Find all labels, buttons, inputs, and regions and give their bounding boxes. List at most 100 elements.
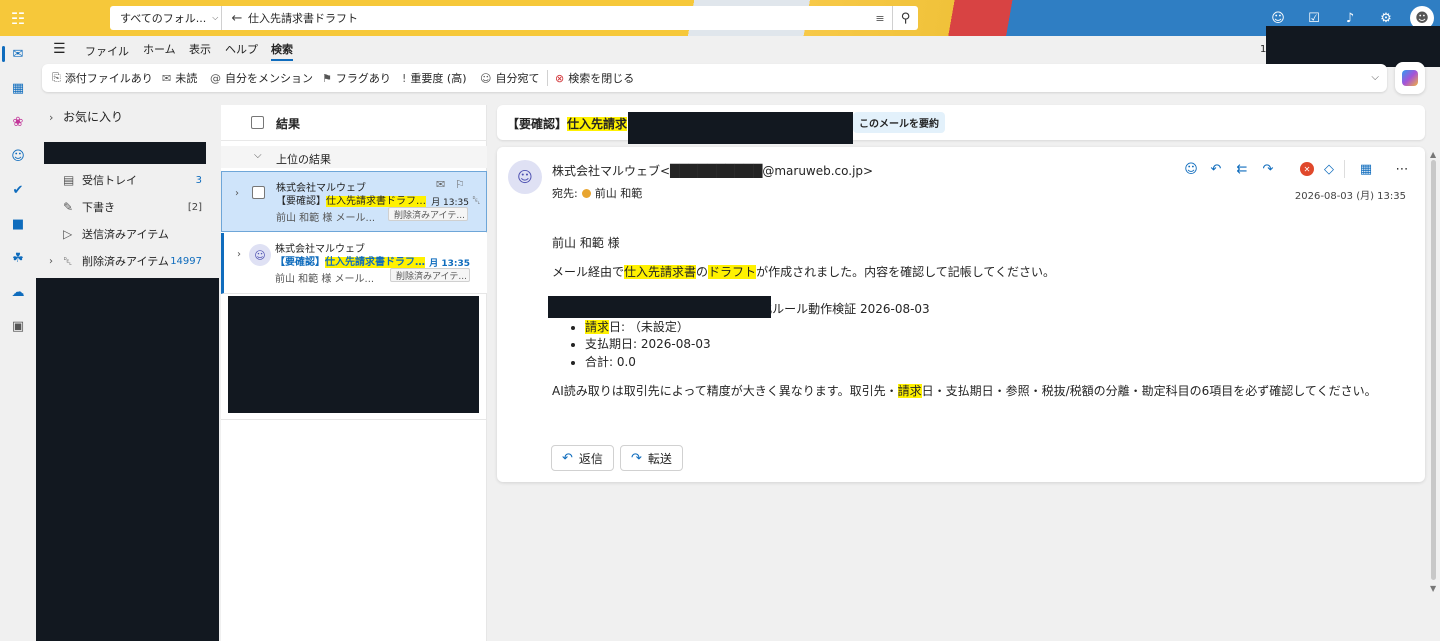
delete-icon[interactable]: ␡ <box>472 194 481 208</box>
chevron-right-icon[interactable]: › <box>237 249 241 260</box>
gear-icon[interactable]: ⚙ <box>1376 8 1396 28</box>
tab-search[interactable]: 検索 <box>271 41 293 61</box>
emoji-icon[interactable]: ☺ <box>1181 159 1201 179</box>
apps-icon[interactable]: ▦ <box>1356 159 1376 179</box>
action-divider <box>1344 160 1345 178</box>
menu-icon[interactable]: ☰ <box>53 41 66 57</box>
reply-button[interactable]: ↶ 返信 <box>551 445 614 471</box>
message-item[interactable]: › ☺ 株式会社マルウェブ 【要確認】仕入先請求書ドラフト... 月 13:35… <box>221 233 487 294</box>
sender-avatar[interactable]: ☺ <box>508 160 542 194</box>
message-subject: 【要確認】仕入先請求書ドラフト... <box>275 253 425 268</box>
close-search-button[interactable]: ⊗ 検索を閉じる <box>555 70 634 86</box>
list-header: 結果 <box>221 105 487 141</box>
flag-icon[interactable]: ⚐ <box>455 178 465 191</box>
filter-unread[interactable]: ✉ 未読 <box>162 70 197 86</box>
scroll-down-icon[interactable]: ▼ <box>1430 584 1436 593</box>
text-span: が作成されました。内容を確認して記帳してください。 <box>756 265 1055 279</box>
reply-all-icon[interactable]: ⇇ <box>1232 159 1252 179</box>
filter-unread-label: 未読 <box>175 72 198 85</box>
teams-icon[interactable]: ☺ <box>1268 8 1288 28</box>
people-icon[interactable]: ☺ <box>8 146 28 166</box>
subject-prefix: 【要確認】 <box>276 196 326 207</box>
search-scope-dropdown[interactable]: すべてのフォル... ⌵ <box>110 6 222 30</box>
folder-drafts[interactable]: ✎ 下書き [2] <box>36 196 219 218</box>
notebook-icon[interactable]: ■ <box>8 214 28 234</box>
chevron-right-icon[interactable]: › <box>235 188 239 199</box>
forward-button[interactable]: ↷ 転送 <box>620 445 683 471</box>
todo-check-icon[interactable]: ✔ <box>8 180 28 200</box>
chevron-down-icon[interactable]: ⌵ <box>1371 72 1379 83</box>
exclamation-icon: ! <box>402 71 407 85</box>
search-box[interactable]: すべてのフォル... ⌵ ← 仕入先請求書ドラフト ≡ ⚲ <box>110 6 918 30</box>
filter-icon[interactable]: ≡ <box>868 12 892 25</box>
close-icon: ⊗ <box>555 71 565 85</box>
scroll-up-icon[interactable]: ▲ <box>1430 150 1436 159</box>
email-card: ☺ 株式会社マルウェブ<██████████@maruweb.co.jp> 宛先… <box>497 147 1425 482</box>
search-input[interactable]: 仕入先請求書ドラフト <box>248 10 868 26</box>
filter-mentions[interactable]: @ 自分をメンション <box>210 70 313 86</box>
tag-icon[interactable]: ◇ <box>1319 159 1339 179</box>
onedrive-icon[interactable]: ☁ <box>8 282 28 302</box>
folder-label: 受信トレイ <box>82 174 137 187</box>
favorites-header[interactable]: お気に入り <box>63 108 123 125</box>
more-apps-icon[interactable]: ▣ <box>8 316 28 336</box>
folder-sent[interactable]: ▷ 送信済みアイテム <box>36 223 219 245</box>
bell-icon[interactable]: ♪ <box>1340 8 1360 28</box>
copilot-icon <box>1402 70 1418 86</box>
chevron-right-icon[interactable]: › <box>49 256 53 267</box>
envelope-icon: ✉ <box>162 71 172 85</box>
inbox-icon: ▤ <box>63 173 75 187</box>
email-from[interactable]: 株式会社マルウェブ<██████████@maruweb.co.jp> <box>552 162 873 179</box>
highlight-span: ドラフト <box>708 265 757 279</box>
copilot-button[interactable] <box>1395 62 1425 94</box>
folder-inbox[interactable]: ▤ 受信トレイ 3 <box>36 169 219 191</box>
tab-help[interactable]: ヘルプ <box>225 41 258 57</box>
message-item[interactable]: › 株式会社マルウェブ ✉ ⚐ 【要確認】仕入先請求書ドラフト... 月 13:… <box>221 171 487 232</box>
select-all-checkbox[interactable] <box>251 116 264 129</box>
message-list: 結果 ⌵ 上位の結果 › 株式会社マルウェブ ✉ ⚐ 【要確認】仕入先請求書ドラ… <box>221 105 487 641</box>
search-scope-label: すべてのフォル... <box>120 12 207 25</box>
reply-icon[interactable]: ↶ <box>1206 159 1226 179</box>
list-divider <box>221 419 487 420</box>
mail-icon[interactable]: ✉ <box>8 44 28 64</box>
filter-flagged[interactable]: ⚑ フラグあり <box>322 70 391 86</box>
filter-attachment[interactable]: ⎘ 添付ファイルあり <box>52 70 153 86</box>
folder-label: 下書き <box>82 201 115 214</box>
send-icon: ▷ <box>63 227 73 241</box>
todo-icon[interactable]: ☑ <box>1304 8 1324 28</box>
recipient-name[interactable]: 前山 和範 <box>595 185 643 201</box>
filter-importance[interactable]: ! 重要度 (高) <box>402 70 467 86</box>
forward-icon[interactable]: ↷ <box>1258 159 1278 179</box>
group-header[interactable]: ⌵ 上位の結果 <box>221 146 487 168</box>
chevron-down-icon: ⌵ <box>212 13 219 22</box>
filter-to-me[interactable]: ☺ 自分宛て <box>480 70 539 86</box>
search-icon[interactable]: ⚲ <box>892 6 918 30</box>
tab-view[interactable]: 表示 <box>189 41 211 57</box>
copilot-rail-icon[interactable]: ❀ <box>8 112 28 132</box>
person-icon: ☺ <box>480 71 492 85</box>
more-icon[interactable]: ⋯ <box>1392 159 1412 179</box>
draft-count: [2] <box>187 201 202 213</box>
tab-file[interactable]: ファイル <box>85 43 129 59</box>
rail-active-indicator <box>2 46 5 62</box>
summarize-button[interactable]: このメールを要約 <box>853 112 945 133</box>
vertical-scrollbar[interactable] <box>1431 160 1436 580</box>
group-label: 上位の結果 <box>276 153 331 166</box>
envelope-icon[interactable]: ✉ <box>436 178 445 191</box>
pencil-icon: ✎ <box>63 200 74 214</box>
back-arrow-icon[interactable]: ← <box>226 11 248 26</box>
app-launcher-icon[interactable]: ☷ <box>0 0 36 36</box>
forward-label: 転送 <box>647 451 672 466</box>
message-checkbox[interactable] <box>252 186 265 199</box>
redaction-block <box>548 296 771 318</box>
chevron-right-icon[interactable]: › <box>49 111 53 124</box>
sender-avatar: ☺ <box>249 244 271 266</box>
addin-icon[interactable]: ✕ <box>1300 162 1314 176</box>
calendar-icon[interactable]: ▦ <box>8 78 28 98</box>
folder-deleted[interactable]: › ␡ 削除済みアイテム 14997 <box>36 250 219 272</box>
presence-dot <box>581 188 591 198</box>
tab-home[interactable]: ホーム <box>143 41 176 57</box>
org-icon[interactable]: ☘ <box>8 248 28 268</box>
unread-count: 3 <box>195 174 202 186</box>
flag-icon: ⚑ <box>322 71 332 85</box>
